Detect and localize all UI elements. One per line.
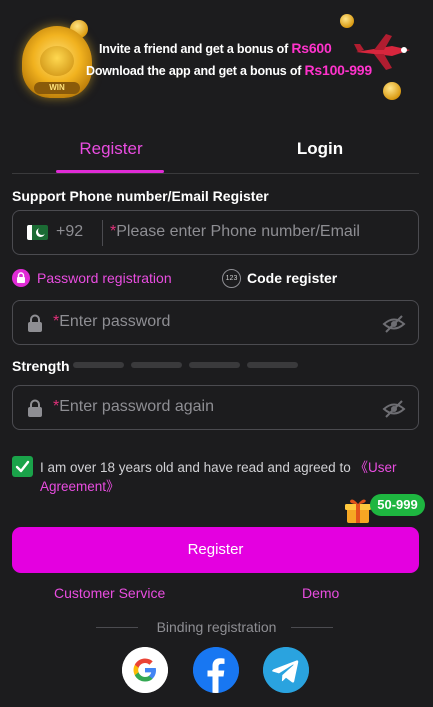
- registration-mode-row: Password registration 123 Code register: [12, 268, 419, 288]
- password-registration-option[interactable]: Password registration: [37, 270, 172, 286]
- strength-bar: [131, 362, 182, 368]
- section-title: Support Phone number/Email Register: [12, 188, 269, 204]
- tab-login[interactable]: Login: [260, 139, 380, 159]
- banner-line-2: Download the app and get a bonus of Rs10…: [86, 62, 372, 78]
- phone-email-input[interactable]: *Please enter Phone number/Email: [110, 223, 360, 241]
- phone-email-field[interactable]: +92 *Please enter Phone number/Email: [12, 210, 419, 255]
- customer-service-link[interactable]: Customer Service: [54, 585, 165, 601]
- banner-line-1: Invite a friend and get a bonus of Rs600: [99, 40, 332, 56]
- lion-emblem-icon: WIN: [22, 26, 92, 98]
- active-tab-indicator: [56, 170, 164, 173]
- lion-plate-text: WIN: [34, 82, 80, 94]
- code-register-option[interactable]: Code register: [247, 270, 337, 286]
- plane-icon: [354, 34, 410, 70]
- promo-banner[interactable]: WIN Invite a friend and get a bonus of R…: [0, 0, 433, 108]
- strength-bar: [73, 362, 124, 368]
- confirm-password-field[interactable]: *Enter password again: [12, 385, 419, 430]
- telegram-icon[interactable]: [263, 647, 309, 693]
- gift-icon[interactable]: [344, 497, 372, 525]
- binding-registration-label: Binding registration: [156, 619, 277, 635]
- lock-icon[interactable]: [12, 269, 30, 287]
- agreement-text: I am over 18 years old and have read and…: [40, 460, 397, 494]
- register-button[interactable]: Register: [12, 527, 419, 573]
- password-input[interactable]: *Enter password: [53, 313, 170, 331]
- strength-bar: [189, 362, 240, 368]
- divider-line: [291, 627, 333, 628]
- coin-icon: [340, 14, 354, 28]
- confirm-password-input[interactable]: *Enter password again: [53, 398, 214, 416]
- country-code[interactable]: +92: [56, 223, 83, 241]
- agreement-checkbox[interactable]: [12, 456, 33, 477]
- tab-register[interactable]: Register: [51, 139, 171, 159]
- eye-off-icon[interactable]: [382, 399, 406, 419]
- eye-off-icon[interactable]: [382, 314, 406, 334]
- strength-label: Strength: [12, 358, 70, 374]
- google-icon[interactable]: [122, 647, 168, 693]
- coin-icon: [383, 82, 401, 100]
- demo-link[interactable]: Demo: [302, 585, 339, 601]
- gift-bonus-badge[interactable]: 50-999: [370, 494, 425, 516]
- numeric-code-icon[interactable]: 123: [222, 269, 241, 288]
- tab-divider: [12, 173, 419, 174]
- facebook-icon[interactable]: [193, 647, 239, 693]
- strength-bar: [247, 362, 298, 368]
- lock-icon: [28, 399, 42, 417]
- password-field[interactable]: *Enter password: [12, 300, 419, 345]
- field-separator: [102, 220, 103, 246]
- lock-icon: [28, 314, 42, 332]
- pakistan-flag-icon[interactable]: [27, 225, 48, 240]
